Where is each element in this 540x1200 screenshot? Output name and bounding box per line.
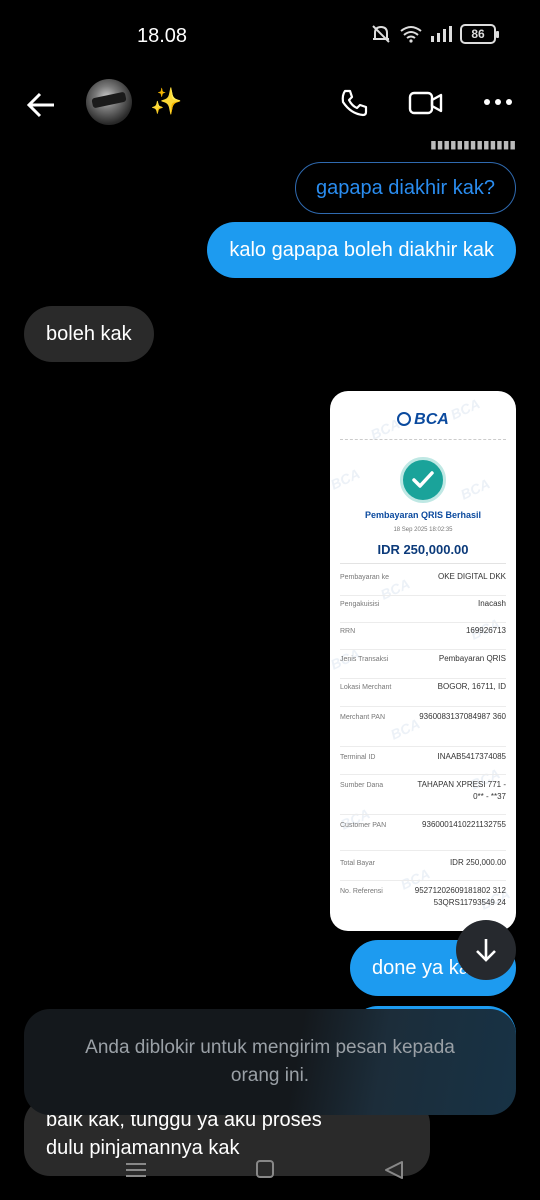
receipt-row-label: No. Referensi (340, 888, 383, 895)
blocked-notice-toast: Anda diblokir untuk mengirim pesan kepad… (24, 1009, 516, 1115)
scrolled-off-text: ▮▮▮▮▮▮▮▮▮▮▮▮▮ (430, 141, 516, 151)
receipt-row-value: OKE DIGITAL DKK (437, 572, 506, 581)
receipt-row: Customer PAN 9360001410221132755 (340, 819, 506, 851)
divider (340, 439, 506, 440)
receipt-row-label: Lokasi Merchant (340, 684, 392, 691)
receipt-row: Pembayaran ke OKE DIGITAL DKK (340, 571, 506, 596)
signal-icon (431, 26, 452, 42)
video-call-button[interactable] (408, 88, 444, 118)
receipt-row: Jenis Transaksi Pembayaran QRIS (340, 653, 506, 679)
reply-preview-bubble[interactable]: gapapa diakhir kak? (294, 162, 516, 214)
receipt-row-value: 169926713 (465, 626, 506, 635)
receipt-row-value: 9360083137084987 360 (419, 712, 506, 721)
receipt-row-value: TAHAPAN XPRESI 771 - 0** - **37 (417, 780, 506, 801)
mute-bell-icon (372, 25, 390, 43)
receipt-row-label: Sumber Dana (340, 782, 384, 789)
menu-icon (126, 1163, 146, 1177)
receipt-row-label: Terminal ID (340, 754, 376, 761)
blocked-notice-text: Anda diblokir untuk mengirim pesan kepad… (85, 1037, 455, 1086)
receipt-row-value: BOGOR, 16711, ID (437, 682, 506, 691)
avatar[interactable] (86, 79, 132, 125)
battery-icon: 86 (460, 24, 499, 44)
home-button[interactable] (256, 1160, 274, 1178)
receipt-row: Pengakuisisi Inacash (340, 598, 506, 623)
receipt-row-label: Pembayaran ke (340, 574, 390, 581)
receipt-amount: IDR 250,000.00 (377, 542, 469, 557)
receipt-row-value: INAAB5417374085 (437, 752, 507, 761)
receipt-row-label: Total Bayar (340, 860, 376, 867)
sparkle-emoji[interactable]: ✨ (150, 86, 182, 117)
receipt-row: RRN 169926713 (340, 625, 506, 650)
incoming-message[interactable]: boleh kak (24, 306, 154, 362)
chat-header: ✨ (0, 72, 540, 138)
status-bar: 18.08 86 (0, 0, 540, 72)
back-button[interactable] (24, 88, 58, 122)
receipt-row: Merchant PAN 9360083137084987 360 (340, 711, 506, 747)
receipt-row-label: Customer PAN (340, 822, 387, 829)
status-time: 18.08 (137, 25, 188, 47)
wifi-icon (400, 26, 422, 43)
receipt-row-label: Merchant PAN (340, 714, 385, 721)
receipt-row-value: Pembayaran QRIS (438, 654, 506, 663)
receipt-row-value: 95271202609181802 31253QRS11793549 24 (414, 886, 506, 907)
system-nav-bar (0, 1152, 540, 1200)
scroll-to-bottom-button[interactable] (456, 920, 516, 980)
receipt-row-label: Jenis Transaksi (340, 656, 389, 663)
bca-logo: BCA (330, 411, 516, 429)
back-triangle-icon (385, 1161, 403, 1179)
receipt-row: Lokasi Merchant BOGOR, 16711, ID (340, 681, 506, 707)
status-icons: 86 (370, 24, 499, 44)
arrow-left-icon (26, 92, 54, 118)
receipt-date: 18 Sep 2025 18:02:35 (393, 527, 453, 533)
more-horizontal-icon (484, 99, 512, 105)
divider (340, 563, 506, 564)
receipt-row-label: Pengakuisisi (340, 601, 380, 608)
recents-button[interactable] (126, 1162, 146, 1178)
receipt-row-label: RRN (340, 628, 356, 635)
more-options-button[interactable] (482, 92, 514, 112)
receipt-row-value: Inacash (477, 599, 506, 608)
arrow-down-icon (476, 939, 496, 962)
receipt-row: Total Bayar IDR 250,000.00 (340, 857, 506, 881)
receipt-row-value: IDR 250,000.00 (449, 858, 506, 867)
receipt-image-message[interactable]: BCA BCA BCA BCA BCA BCA BCA BCA BCA BCA … (330, 391, 516, 931)
outgoing-message[interactable]: kalo gapapa boleh diakhir kak (207, 222, 516, 278)
receipt-row: Terminal ID INAAB5417374085 (340, 751, 506, 775)
receipt-title: Pembayaran QRIS Berhasil (364, 510, 482, 520)
receipt-row-value: 9360001410221132755 (422, 820, 506, 829)
system-back-button[interactable] (384, 1160, 404, 1180)
video-camera-icon (408, 91, 443, 115)
call-button[interactable] (338, 87, 370, 119)
receipt-row: Sumber Dana TAHAPAN XPRESI 771 - 0** - *… (340, 779, 506, 815)
phone-icon (341, 89, 368, 117)
success-check-icon (400, 457, 446, 503)
